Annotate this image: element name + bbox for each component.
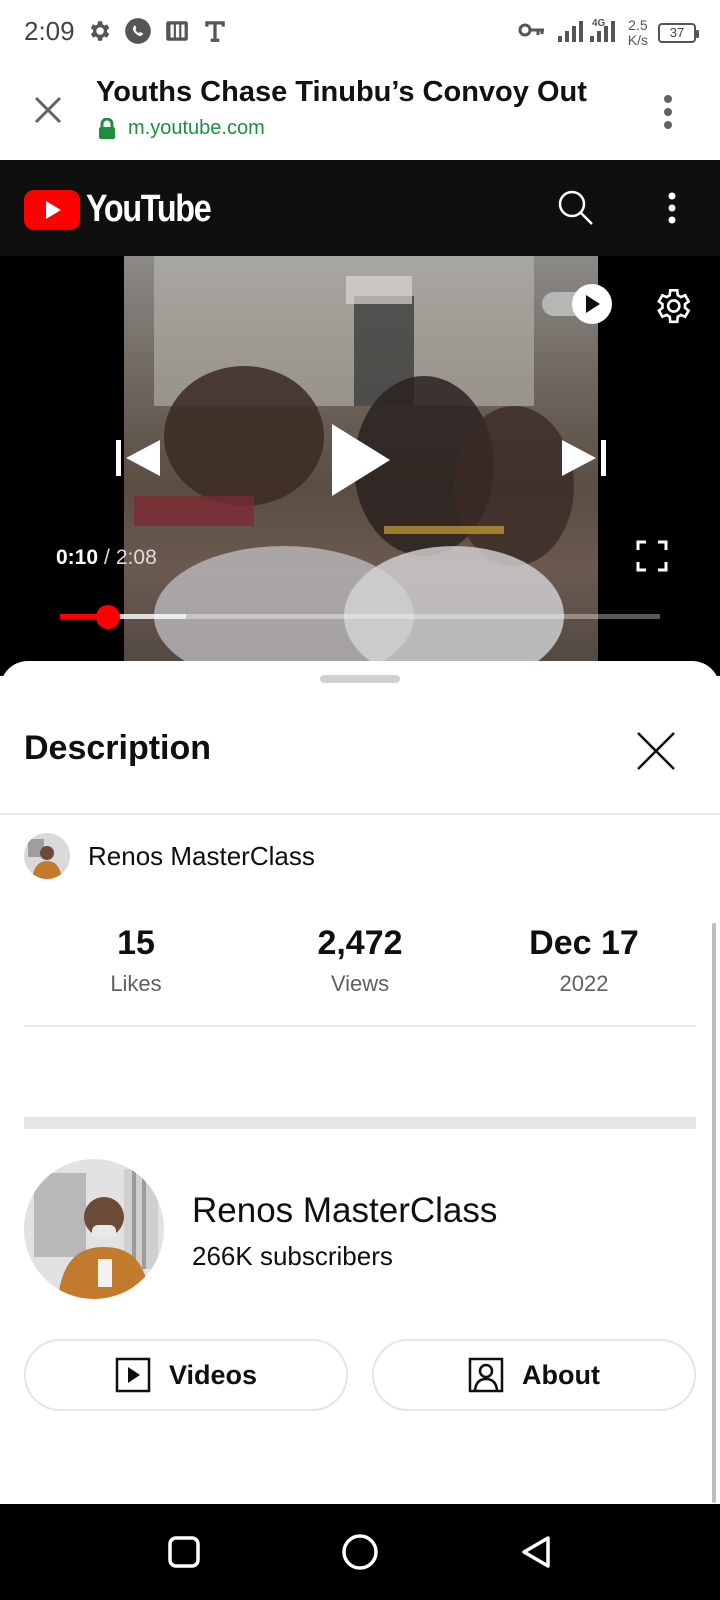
progress-bar[interactable] bbox=[60, 605, 660, 629]
account-box-icon bbox=[468, 1357, 504, 1393]
youtube-logo[interactable]: YouTube bbox=[24, 188, 232, 231]
browser-tab-header: Youths Chase Tinubu’s Convoy Out m.youtu… bbox=[0, 64, 720, 160]
divider bbox=[24, 1025, 696, 1027]
views-count: 2,472 bbox=[317, 924, 403, 962]
settings-icon bbox=[86, 18, 112, 49]
likes-stat: 15 Likes bbox=[24, 923, 248, 1003]
more-vert-icon bbox=[664, 95, 672, 129]
lock-icon bbox=[99, 117, 115, 139]
parking-icon bbox=[164, 18, 190, 49]
current-time: 0:10 bbox=[56, 546, 99, 569]
page-title: Youths Chase Tinubu’s Convoy Out bbox=[96, 76, 587, 108]
whatsapp-icon bbox=[124, 17, 152, 50]
description-sheet: Description Renos MasterClass 15 Likes 2… bbox=[0, 661, 720, 1504]
views-label: Views bbox=[330, 971, 390, 996]
video-icon bbox=[115, 1357, 151, 1393]
about-button-label: About bbox=[522, 1359, 600, 1390]
autoplay-toggle[interactable] bbox=[542, 284, 614, 324]
likes-label: Likes bbox=[110, 971, 162, 996]
status-time: 2:09 bbox=[24, 16, 75, 46]
duration: 2:08 bbox=[115, 546, 157, 569]
video-player[interactable]: 0:10/2:08 bbox=[0, 256, 720, 676]
youtube-logo-text: YouTube bbox=[86, 188, 212, 230]
navigation-bar bbox=[0, 1504, 720, 1600]
skip-previous-icon bbox=[116, 440, 160, 476]
nav-circle-icon bbox=[342, 1534, 378, 1570]
search-button[interactable] bbox=[552, 184, 600, 232]
time-display: 0:10/2:08 bbox=[56, 546, 157, 570]
divider bbox=[0, 813, 720, 815]
skip-next-button[interactable] bbox=[556, 434, 612, 482]
search-icon bbox=[558, 190, 593, 225]
nav-back-icon bbox=[522, 1536, 550, 1568]
video-stats: 15 Likes 2,472 Views Dec 17 2022 bbox=[24, 923, 696, 1003]
likes-count: 15 bbox=[117, 924, 155, 962]
close-icon bbox=[637, 732, 675, 770]
more-vert-icon bbox=[668, 192, 676, 224]
page-url: m.youtube.com bbox=[98, 117, 265, 140]
svg-text:4G: 4G bbox=[592, 18, 606, 29]
date-stat: Dec 17 2022 bbox=[472, 923, 696, 1003]
skip-previous-button[interactable] bbox=[110, 434, 166, 482]
more-options-button[interactable] bbox=[656, 92, 680, 132]
signal-icon: 4G bbox=[556, 16, 618, 49]
videos-button[interactable]: Videos bbox=[24, 1339, 348, 1411]
fullscreen-icon bbox=[636, 540, 668, 572]
youtube-header: YouTube bbox=[0, 160, 720, 256]
key-icon bbox=[518, 20, 546, 45]
channel-name-large[interactable]: Renos MasterClass bbox=[192, 1191, 497, 1231]
videos-button-label: Videos bbox=[168, 1359, 258, 1390]
nav-square-icon bbox=[168, 1536, 200, 1568]
system-icons: 4G 2.5 K/s 37 bbox=[518, 16, 699, 49]
home-button[interactable] bbox=[336, 1528, 384, 1576]
about-button[interactable]: About bbox=[372, 1339, 696, 1411]
back-button[interactable] bbox=[512, 1528, 560, 1576]
url-text: m.youtube.com bbox=[128, 117, 265, 139]
channel-avatar-small[interactable] bbox=[24, 833, 70, 879]
close-description-button[interactable] bbox=[632, 727, 680, 775]
recents-button[interactable] bbox=[160, 1528, 208, 1576]
close-tab-button[interactable] bbox=[28, 90, 68, 130]
net-speed: 2.5 K/s bbox=[627, 16, 648, 48]
player-settings-button[interactable] bbox=[648, 282, 696, 330]
scrollbar[interactable] bbox=[712, 923, 716, 1503]
upload-year: 2022 bbox=[559, 971, 609, 996]
fullscreen-button[interactable] bbox=[636, 540, 668, 572]
subscriber-count: 266K subscribers bbox=[192, 1241, 393, 1271]
gear-icon bbox=[657, 288, 691, 324]
battery-indicator: 37 bbox=[658, 22, 699, 43]
channel-avatar-large[interactable] bbox=[24, 1159, 164, 1299]
notification-icons bbox=[86, 17, 228, 50]
play-button[interactable] bbox=[326, 420, 396, 500]
channel-row[interactable]: Renos MasterClass bbox=[24, 833, 315, 879]
youtube-play-icon bbox=[24, 189, 80, 230]
text-icon bbox=[202, 18, 228, 49]
views-stat: 2,472 Views bbox=[248, 923, 472, 1003]
skip-next-icon bbox=[562, 440, 606, 476]
status-bar: 2:09 4G 2.5 K/s 37 bbox=[0, 0, 720, 64]
channel-name[interactable]: Renos MasterClass bbox=[88, 841, 315, 872]
drag-handle[interactable] bbox=[320, 675, 400, 683]
description-title: Description bbox=[24, 729, 212, 767]
upload-date: Dec 17 bbox=[529, 924, 639, 962]
play-icon bbox=[332, 424, 390, 496]
time-separator: / bbox=[104, 546, 110, 569]
section-separator bbox=[24, 1117, 696, 1129]
youtube-more-button[interactable] bbox=[652, 184, 692, 232]
progress-thumb[interactable] bbox=[96, 605, 120, 629]
close-icon bbox=[34, 96, 62, 124]
